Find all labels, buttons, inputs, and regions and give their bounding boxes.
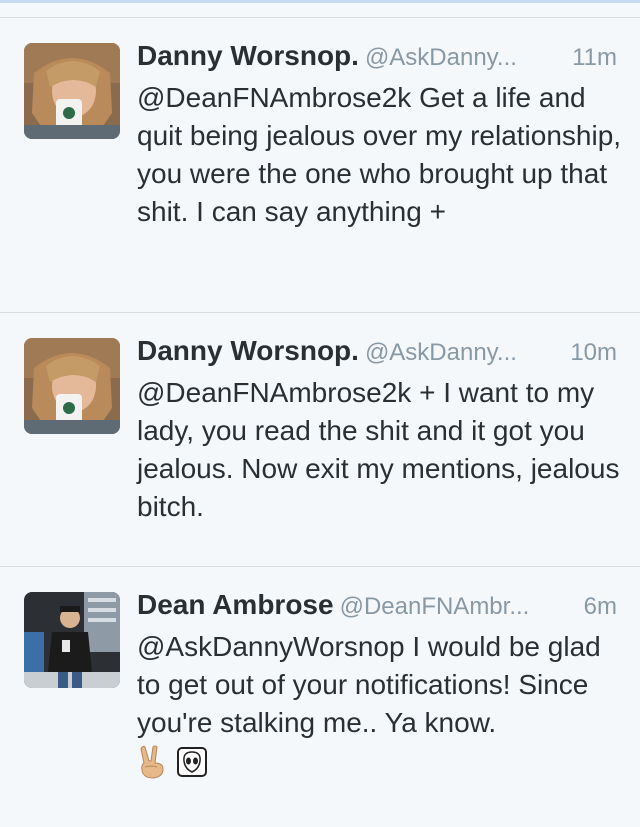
top-divider [0,0,640,3]
username[interactable]: @AskDanny... [365,339,517,366]
timestamp: 6m [575,593,617,621]
display-name[interactable]: Dean Ambrose [137,589,334,620]
timestamp: 11m [564,44,617,72]
username[interactable]: @AskDanny... [365,44,517,71]
tweet-header: Dean Ambrose @DeanFNAmbr... 6m [137,589,617,627]
avatar[interactable] [24,592,120,688]
tweet-text: @AskDannyWorsnop I would be glad to get … [137,631,601,738]
tweet-header: Danny Worsnop. @AskDanny... 10m [137,335,617,373]
tweet[interactable]: Danny Worsnop. @AskDanny... 10m @DeanFNAm… [0,313,640,567]
alien-icon [177,747,207,782]
emoji-row [137,745,207,784]
tweet-text: @DeanFNAmbrose2k + I want to my lady, yo… [137,377,620,522]
avatar[interactable] [24,338,120,434]
tweet[interactable]: Dean Ambrose @DeanFNAmbr... 6m @AskDannyW… [0,567,640,827]
tweet-header: Danny Worsnop. @AskDanny... 11m [137,40,617,78]
tweet[interactable]: Danny Worsnop. @AskDanny... 11m @DeanFNAm… [0,18,640,313]
tweet-text: @DeanFNAmbrose2k Get a life and quit bei… [137,82,622,227]
avatar[interactable] [24,43,120,139]
display-name[interactable]: Danny Worsnop. [137,335,359,366]
timestamp: 10m [562,339,617,367]
victory-hand-icon [137,745,167,784]
username[interactable]: @DeanFNAmbr... [340,593,530,620]
display-name[interactable]: Danny Worsnop. [137,40,359,71]
